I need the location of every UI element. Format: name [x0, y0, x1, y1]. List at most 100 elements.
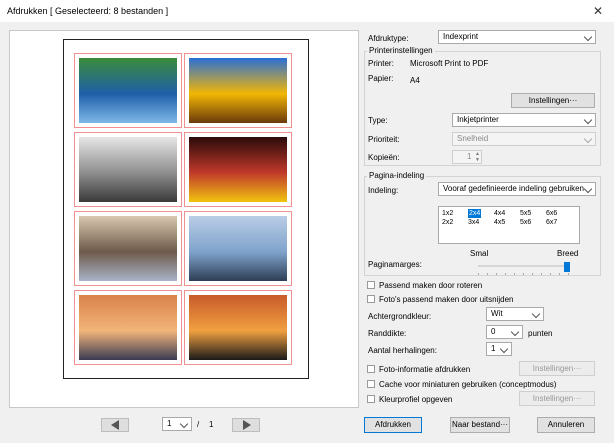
slider-tick	[532, 273, 533, 275]
color-profile-label: Kleurprofiel opgeven	[379, 395, 453, 404]
slider-tick	[559, 273, 560, 275]
slider-tick	[523, 273, 524, 275]
priority-label: Prioriteit:	[368, 135, 400, 144]
layout-option-6x7[interactable]: 6x7	[546, 218, 557, 227]
copies-stepper[interactable]: 1 ▲ ▼	[452, 150, 482, 164]
chevron-down-icon	[531, 309, 541, 319]
crop-fit-label: Foto's passend maken door uitsnijden	[379, 295, 514, 304]
slider-tick	[505, 273, 506, 275]
layout-option-2x4[interactable]: 2x4	[468, 209, 482, 218]
layout-option-4x4[interactable]: 4x4	[494, 209, 505, 218]
thumbnail-motion-people[interactable]	[74, 211, 182, 286]
print-preview	[9, 30, 359, 408]
background-color-select[interactable]: Wit	[486, 307, 544, 321]
photo-image	[189, 216, 287, 281]
background-color-label: Achtergrondkleur:	[368, 312, 432, 321]
thumbnail-sunflower[interactable]	[184, 53, 292, 128]
chevron-down-icon	[499, 344, 509, 354]
thumbnail-sunset-trees[interactable]	[184, 290, 292, 365]
save-to-file-button[interactable]: Naar bestand···	[450, 417, 510, 433]
rotate-fit-label: Passend maken door roteren	[379, 281, 483, 290]
slider-tick	[496, 273, 497, 275]
thumbnail-sunset-sea[interactable]	[74, 290, 182, 365]
layout-grid-list[interactable]: 1x2 2x4 4x4 5x5 6x6 2x2 3x4 4x5 5x6 6x7	[438, 206, 580, 244]
color-profile-checkbox[interactable]	[367, 395, 375, 403]
cache-label: Cache voor miniaturen gebruiken (concept…	[379, 380, 557, 389]
repeat-count-select[interactable]: 1	[486, 342, 512, 356]
chevron-down-icon	[179, 419, 189, 429]
priority-select[interactable]: Snelheid	[452, 132, 596, 146]
preview-page	[63, 39, 309, 379]
photo-image	[79, 137, 177, 202]
layout-option-5x5[interactable]: 5x5	[520, 209, 531, 218]
next-page-button[interactable]	[232, 418, 260, 432]
cancel-button[interactable]: Annuleren	[537, 417, 595, 433]
page-total: 1	[209, 420, 214, 429]
slider-tick	[487, 273, 488, 275]
layout-option-3x4[interactable]: 3x4	[468, 218, 479, 227]
chevron-down-icon	[583, 184, 593, 194]
photo-info-settings-button[interactable]: Instellingen···	[519, 361, 595, 376]
layout-option-6x6[interactable]: 6x6	[546, 209, 557, 218]
paper-value: A4	[410, 76, 420, 85]
repeat-count-label: Aantal herhalingen:	[368, 346, 437, 355]
printer-label: Printer:	[368, 59, 394, 68]
slider-tick	[541, 273, 542, 275]
thumbnail-night-street[interactable]	[184, 132, 292, 207]
print-type-select[interactable]: Indexprint	[438, 30, 596, 44]
page-separator: /	[197, 420, 200, 429]
photo-info-checkbox[interactable]	[367, 365, 375, 373]
thumbnail-forest-lake[interactable]	[74, 53, 182, 128]
printer-settings-legend: Printerinstellingen	[367, 46, 435, 55]
window-title: Afdrukken [ Geselecteerd: 8 bestanden ]	[7, 6, 169, 16]
paper-label: Papier:	[368, 74, 394, 83]
chevron-down-icon	[583, 32, 593, 42]
close-icon[interactable]: ✕	[588, 3, 608, 19]
layout-select[interactable]: Vooraf gedefinieerde indeling gebruiken	[438, 182, 596, 196]
thumbnail-harbor[interactable]	[184, 211, 292, 286]
photo-image	[79, 216, 177, 281]
type-label: Type:	[368, 116, 388, 125]
photo-image	[79, 58, 177, 123]
border-width-label: Randdikte:	[368, 329, 407, 338]
printer-value: Microsoft Print to PDF	[410, 59, 489, 68]
arrow-left-icon	[111, 420, 119, 430]
border-unit-label: punten	[528, 329, 553, 338]
printer-settings-button[interactable]: Instellingen···	[511, 93, 595, 108]
chevron-down-icon	[510, 327, 520, 337]
slider-track	[478, 265, 570, 267]
photo-image	[189, 58, 287, 123]
print-button[interactable]: Afdrukken	[364, 417, 422, 433]
chevron-down-icon	[583, 115, 593, 125]
page-number-select[interactable]: 1	[162, 417, 192, 431]
margin-small-label: Smal	[470, 249, 489, 258]
printer-type-select[interactable]: Inkjetprinter	[452, 113, 596, 127]
title-bar: Afdrukken [ Geselecteerd: 8 bestanden ] …	[0, 0, 614, 22]
layout-option-4x5[interactable]: 4x5	[494, 218, 505, 227]
margin-slider[interactable]	[478, 262, 570, 276]
photo-image	[79, 295, 177, 360]
printer-settings-group	[364, 51, 601, 166]
layout-option-1x2[interactable]: 1x2	[442, 209, 453, 218]
cache-checkbox[interactable]	[367, 380, 375, 388]
layout-option-2x2[interactable]: 2x2	[442, 218, 453, 227]
page-layout-legend: Pagina-indeling	[367, 171, 427, 180]
margin-label: Paginamarges:	[368, 260, 422, 269]
stepper-arrows-icon[interactable]: ▲ ▼	[475, 151, 480, 163]
border-width-select[interactable]: 0	[486, 325, 523, 339]
photo-image	[189, 295, 287, 360]
photo-info-label: Foto-informatie afdrukken	[379, 365, 471, 374]
color-profile-settings-button[interactable]: Instellingen···	[519, 391, 595, 406]
crop-fit-checkbox[interactable]	[367, 295, 375, 303]
previous-page-button[interactable]	[101, 418, 129, 432]
margin-wide-label: Breed	[557, 249, 579, 258]
slider-thumb[interactable]	[564, 262, 570, 272]
slider-tick	[550, 273, 551, 275]
copies-label: Kopieën:	[368, 153, 400, 162]
layout-option-5x6[interactable]: 5x6	[520, 218, 531, 227]
print-type-label: Afdruktype:	[368, 34, 409, 43]
slider-tick	[568, 273, 569, 275]
thumbnail-monochrome-lake[interactable]	[74, 132, 182, 207]
rotate-fit-checkbox[interactable]	[367, 281, 375, 289]
photo-image	[189, 137, 287, 202]
